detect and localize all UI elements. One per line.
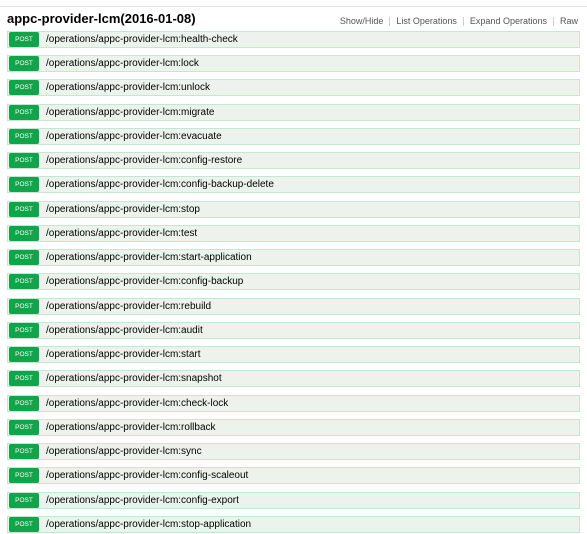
expand-operations-link[interactable]: Expand Operations bbox=[470, 16, 547, 26]
post-method-badge[interactable]: POST bbox=[9, 493, 39, 508]
operation-row[interactable]: POST /operations/appc-provider-lcm:start… bbox=[7, 249, 580, 266]
operation-path[interactable]: /operations/appc-provider-lcm:test bbox=[46, 227, 197, 241]
top-divider bbox=[0, 6, 587, 7]
operation-row[interactable]: POST /operations/appc-provider-lcm:evacu… bbox=[7, 128, 580, 145]
operation-row[interactable]: POST /operations/appc-provider-lcm:confi… bbox=[7, 467, 580, 484]
operation-path[interactable]: /operations/appc-provider-lcm:evacuate bbox=[46, 130, 222, 144]
post-method-badge[interactable]: POST bbox=[9, 56, 39, 71]
post-method-badge[interactable]: POST bbox=[9, 129, 39, 144]
post-method-badge[interactable]: POST bbox=[9, 153, 39, 168]
operation-row[interactable]: POST /operations/appc-provider-lcm:confi… bbox=[7, 176, 580, 193]
post-method-badge[interactable]: POST bbox=[9, 371, 39, 386]
post-method-badge[interactable]: POST bbox=[9, 250, 39, 265]
post-method-badge[interactable]: POST bbox=[9, 274, 39, 289]
operation-row[interactable]: POST /operations/appc-provider-lcm:stop-… bbox=[7, 516, 580, 533]
show-hide-link[interactable]: Show/Hide bbox=[340, 16, 384, 26]
operation-path[interactable]: /operations/appc-provider-lcm:stop-appli… bbox=[46, 518, 251, 532]
link-separator bbox=[552, 16, 554, 26]
post-method-badge[interactable]: POST bbox=[9, 517, 39, 532]
operation-row[interactable]: POST /operations/appc-provider-lcm:snaps… bbox=[7, 370, 580, 387]
operation-row[interactable]: POST /operations/appc-provider-lcm:check… bbox=[7, 395, 580, 412]
resource-header-links: Show/Hide List Operations Expand Operati… bbox=[340, 16, 578, 26]
post-method-badge[interactable]: POST bbox=[9, 105, 39, 120]
resource-title[interactable]: appc-provider-lcm(2016-01-08) bbox=[7, 11, 196, 26]
post-method-badge[interactable]: POST bbox=[9, 347, 39, 362]
post-method-badge[interactable]: POST bbox=[9, 32, 39, 47]
operation-path[interactable]: /operations/appc-provider-lcm:migrate bbox=[46, 106, 214, 120]
link-separator bbox=[462, 16, 464, 26]
operation-path[interactable]: /operations/appc-provider-lcm:unlock bbox=[46, 81, 210, 95]
operation-row[interactable]: POST /operations/appc-provider-lcm:audit bbox=[7, 322, 580, 339]
api-resource-section: appc-provider-lcm(2016-01-08) Show/Hide … bbox=[0, 0, 587, 534]
operation-path[interactable]: /operations/appc-provider-lcm:config-bac… bbox=[46, 275, 243, 289]
operation-path[interactable]: /operations/appc-provider-lcm:start-appl… bbox=[46, 251, 252, 265]
operation-path[interactable]: /operations/appc-provider-lcm:config-exp… bbox=[46, 494, 239, 508]
list-operations-link[interactable]: List Operations bbox=[396, 16, 457, 26]
post-method-badge[interactable]: POST bbox=[9, 420, 39, 435]
operation-path[interactable]: /operations/appc-provider-lcm:snapshot bbox=[46, 372, 222, 386]
post-method-badge[interactable]: POST bbox=[9, 80, 39, 95]
operation-row[interactable]: POST /operations/appc-provider-lcm:healt… bbox=[7, 31, 580, 48]
operation-path[interactable]: /operations/appc-provider-lcm:audit bbox=[46, 324, 203, 338]
post-method-badge[interactable]: POST bbox=[9, 299, 39, 314]
operation-row[interactable]: POST /operations/appc-provider-lcm:rebui… bbox=[7, 298, 580, 315]
operation-row[interactable]: POST /operations/appc-provider-lcm:migra… bbox=[7, 104, 580, 121]
operation-path[interactable]: /operations/appc-provider-lcm:health-che… bbox=[46, 33, 238, 47]
post-method-badge[interactable]: POST bbox=[9, 202, 39, 217]
operation-path[interactable]: /operations/appc-provider-lcm:stop bbox=[46, 203, 200, 217]
resource-header: appc-provider-lcm(2016-01-08) Show/Hide … bbox=[0, 9, 587, 31]
link-separator bbox=[389, 16, 391, 26]
operation-row[interactable]: POST /operations/appc-provider-lcm:sync bbox=[7, 443, 580, 460]
post-method-badge[interactable]: POST bbox=[9, 468, 39, 483]
operation-path[interactable]: /operations/appc-provider-lcm:rebuild bbox=[46, 300, 211, 314]
operation-path[interactable]: /operations/appc-provider-lcm:check-lock bbox=[46, 397, 228, 411]
operation-row[interactable]: POST /operations/appc-provider-lcm:confi… bbox=[7, 273, 580, 290]
operation-row[interactable]: POST /operations/appc-provider-lcm:lock bbox=[7, 55, 580, 72]
operation-row[interactable]: POST /operations/appc-provider-lcm:stop bbox=[7, 201, 580, 218]
operation-path[interactable]: /operations/appc-provider-lcm:lock bbox=[46, 57, 199, 71]
operation-row[interactable]: POST /operations/appc-provider-lcm:test bbox=[7, 225, 580, 242]
operation-path[interactable]: /operations/appc-provider-lcm:config-bac… bbox=[46, 178, 274, 192]
post-method-badge[interactable]: POST bbox=[9, 226, 39, 241]
raw-link[interactable]: Raw bbox=[560, 16, 578, 26]
operation-path[interactable]: /operations/appc-provider-lcm:config-sca… bbox=[46, 469, 248, 483]
operation-row[interactable]: POST /operations/appc-provider-lcm:rollb… bbox=[7, 419, 580, 436]
operation-row[interactable]: POST /operations/appc-provider-lcm:start bbox=[7, 346, 580, 363]
operation-path[interactable]: /operations/appc-provider-lcm:config-res… bbox=[46, 154, 242, 168]
post-method-badge[interactable]: POST bbox=[9, 444, 39, 459]
post-method-badge[interactable]: POST bbox=[9, 396, 39, 411]
operation-path[interactable]: /operations/appc-provider-lcm:sync bbox=[46, 445, 202, 459]
post-method-badge[interactable]: POST bbox=[9, 323, 39, 338]
operation-row[interactable]: POST /operations/appc-provider-lcm:unloc… bbox=[7, 79, 580, 96]
operation-row[interactable]: POST /operations/appc-provider-lcm:confi… bbox=[7, 492, 580, 509]
operation-row[interactable]: POST /operations/appc-provider-lcm:confi… bbox=[7, 152, 580, 169]
operation-path[interactable]: /operations/appc-provider-lcm:start bbox=[46, 348, 201, 362]
operation-path[interactable]: /operations/appc-provider-lcm:rollback bbox=[46, 421, 216, 435]
post-method-badge[interactable]: POST bbox=[9, 177, 39, 192]
